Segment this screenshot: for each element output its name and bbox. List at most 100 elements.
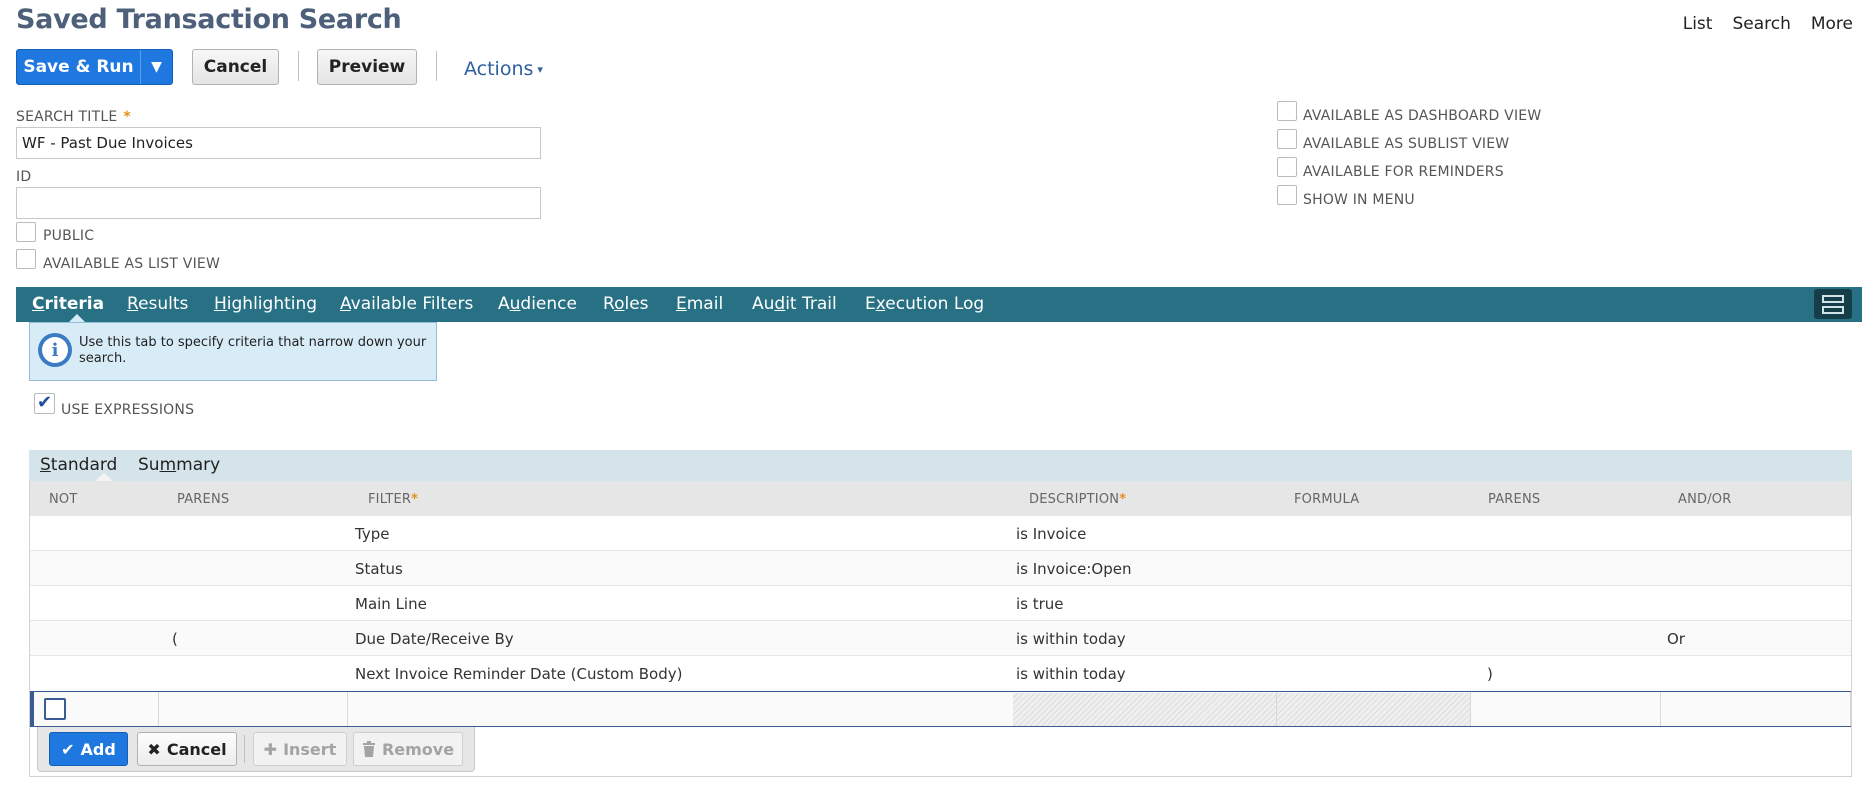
- subtab-standard[interactable]: Standard: [40, 455, 117, 475]
- row-description: is within today: [1016, 665, 1126, 683]
- cell-divider: [1470, 692, 1471, 726]
- remove-button[interactable]: Remove: [353, 732, 463, 766]
- tab-execution-log[interactable]: Execution Log: [865, 294, 984, 314]
- list-view-checkbox[interactable]: [16, 249, 36, 269]
- row-description: is Invoice:Open: [1016, 560, 1132, 578]
- row-parens-close: ): [1487, 665, 1493, 683]
- search-title-label: SEARCH TITLE *: [16, 109, 131, 125]
- criteria-subtabs: Standard Summary: [29, 450, 1852, 481]
- subtab-bar: Criteria Results Highlighting Available …: [16, 287, 1862, 323]
- dashboard-view-checkbox[interactable]: [1277, 101, 1297, 121]
- add-label: Add: [80, 739, 116, 759]
- table-row[interactable]: Main Line is true: [30, 586, 1851, 621]
- col-header-filter: FILTER*: [368, 492, 419, 507]
- actions-caret-icon: ▾: [537, 63, 543, 76]
- active-subtab-indicator: [95, 473, 113, 481]
- tab-available-filters[interactable]: Available Filters: [340, 294, 473, 314]
- row-filter: Status: [355, 560, 403, 578]
- preview-button[interactable]: Preview: [317, 49, 417, 85]
- col-header-parens-open: PARENS: [177, 492, 230, 507]
- table-row[interactable]: Type is Invoice: [30, 516, 1851, 551]
- description-cell-disabled: [1013, 693, 1276, 726]
- toolbar-divider: [298, 51, 299, 81]
- sublist-cancel-button[interactable]: ✖ Cancel: [137, 732, 237, 766]
- save-run-label[interactable]: Save & Run: [17, 50, 140, 84]
- table-row[interactable]: Next Invoice Reminder Date (Custom Body)…: [30, 656, 1851, 691]
- row-and-or: Or: [1667, 630, 1685, 648]
- subtab-summary[interactable]: Summary: [138, 455, 220, 475]
- info-message: i Use this tab to specify criteria that …: [29, 322, 437, 381]
- tab-highlighting[interactable]: Highlighting: [214, 294, 317, 314]
- insert-label: Insert: [283, 739, 337, 759]
- add-button[interactable]: ✔ Add: [49, 732, 128, 766]
- public-checkbox[interactable]: [16, 222, 36, 242]
- use-expressions-label: USE EXPRESSIONS: [61, 402, 195, 418]
- sublist-button-bar: ✔ Add ✖ Cancel ✚ Insert Remove: [37, 727, 475, 772]
- more-link[interactable]: More: [1811, 14, 1853, 34]
- row-description: is true: [1016, 595, 1064, 613]
- show-in-menu-label: SHOW IN MENU: [1303, 192, 1415, 208]
- plus-icon: ✚: [263, 739, 278, 759]
- reminders-label: AVAILABLE FOR REMINDERS: [1303, 164, 1504, 180]
- layout-toggle-icon[interactable]: [1814, 289, 1852, 319]
- tab-criteria[interactable]: Criteria: [32, 294, 104, 314]
- public-label: PUBLIC: [43, 228, 95, 244]
- cell-divider: [1660, 692, 1661, 726]
- check-icon: ✔: [61, 739, 75, 759]
- close-icon: ✖: [147, 739, 161, 759]
- row-filter: Next Invoice Reminder Date (Custom Body): [355, 665, 683, 683]
- new-criteria-row[interactable]: [30, 691, 1851, 727]
- not-checkbox[interactable]: [44, 698, 66, 720]
- col-header-formula: FORMULA: [1294, 492, 1360, 507]
- trash-icon: [362, 741, 375, 757]
- search-title-input[interactable]: WF - Past Due Invoices: [16, 127, 541, 159]
- list-link[interactable]: List: [1683, 14, 1713, 34]
- show-in-menu-checkbox[interactable]: [1277, 185, 1297, 205]
- search-title-label-text: SEARCH TITLE: [16, 109, 118, 125]
- page-title: Saved Transaction Search: [16, 4, 402, 35]
- toolbar-divider: [436, 51, 437, 81]
- tab-email[interactable]: Email: [676, 294, 723, 314]
- id-label: ID: [16, 169, 32, 185]
- cell-divider: [347, 692, 348, 726]
- table-row[interactable]: ( Due Date/Receive By is within today Or: [30, 621, 1851, 656]
- cancel-button[interactable]: Cancel: [192, 49, 279, 85]
- cell-divider: [158, 692, 159, 726]
- list-view-label: AVAILABLE AS LIST VIEW: [43, 256, 220, 272]
- row-parens-open: (: [172, 630, 178, 648]
- tab-audience[interactable]: Audience: [498, 294, 577, 314]
- col-header-not: NOT: [49, 492, 78, 507]
- required-mark: *: [123, 109, 131, 125]
- info-text: Use this tab to specify criteria that na…: [79, 335, 427, 366]
- formula-cell-disabled: [1277, 693, 1470, 726]
- use-expressions-checkbox[interactable]: ✔: [34, 393, 55, 414]
- remove-label: Remove: [381, 739, 455, 759]
- reminders-checkbox[interactable]: [1277, 157, 1297, 177]
- top-links: List Search More: [1683, 14, 1853, 34]
- sublist-view-label: AVAILABLE AS SUBLIST VIEW: [1303, 136, 1510, 152]
- actions-label[interactable]: Actions: [464, 58, 533, 80]
- button-divider: [244, 735, 245, 763]
- row-filter: Type: [355, 525, 390, 543]
- tab-roles[interactable]: Roles: [603, 294, 649, 314]
- table-row[interactable]: Status is Invoice:Open: [30, 551, 1851, 586]
- tab-results[interactable]: Results: [127, 294, 188, 314]
- search-link[interactable]: Search: [1732, 14, 1790, 34]
- row-filter: Due Date/Receive By: [355, 630, 514, 648]
- save-run-button[interactable]: Save & Run ▼: [16, 49, 173, 85]
- dashboard-view-label: AVAILABLE AS DASHBOARD VIEW: [1303, 108, 1542, 124]
- col-header-description: DESCRIPTION*: [1029, 492, 1127, 507]
- sublist-view-checkbox[interactable]: [1277, 129, 1297, 149]
- col-header-and-or: AND/OR: [1678, 492, 1732, 507]
- actions-menu[interactable]: Actions ▾: [464, 58, 543, 80]
- id-input[interactable]: [16, 187, 541, 219]
- save-run-dropdown-icon[interactable]: ▼: [140, 50, 172, 84]
- cancel-label: Cancel: [166, 739, 227, 759]
- row-filter: Main Line: [355, 595, 427, 613]
- col-header-parens-close: PARENS: [1488, 492, 1541, 507]
- info-icon: i: [38, 333, 72, 367]
- insert-button[interactable]: ✚ Insert: [253, 732, 347, 766]
- tab-audit-trail[interactable]: Audit Trail: [752, 294, 837, 314]
- cell-divider: [1850, 692, 1851, 726]
- row-description: is within today: [1016, 630, 1126, 648]
